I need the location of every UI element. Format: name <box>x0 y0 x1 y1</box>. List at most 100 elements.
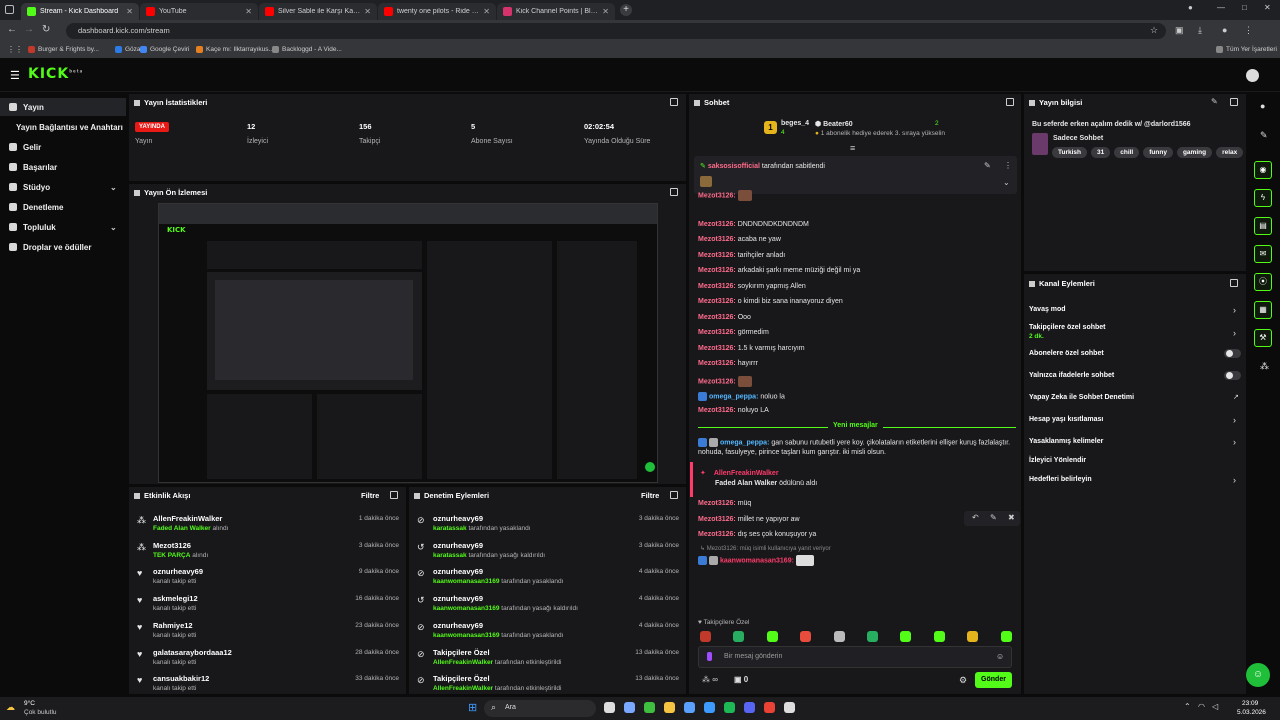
clock-time[interactable]: 23:09 <box>1242 700 1258 707</box>
browser-tab[interactable]: Stream - Kick Dashboard ✕ <box>21 3 139 20</box>
apps-grid-icon[interactable]: ⋮⋮ <box>7 45 23 54</box>
chat-username[interactable]: kaanwomanasan3169: <box>720 557 794 564</box>
photos-icon[interactable] <box>684 702 695 713</box>
chat-username[interactable]: Mezot3126: <box>698 531 736 538</box>
channel-action[interactable]: Yalnızca ifadelerle sohbet <box>1029 372 1114 379</box>
chat-message[interactable]: Mezot3126: millet ne yapıyor aw <box>698 516 800 523</box>
stream-preview-video[interactable]: KICK <box>158 203 658 483</box>
explorer-icon[interactable] <box>664 702 675 713</box>
extensions-icon[interactable]: ▣ <box>1175 25 1184 36</box>
bookmark-item[interactable]: Google Çeviri <box>140 46 189 53</box>
browser-tab[interactable]: twenty one pilots - Ride (Officia...✕ <box>378 3 496 20</box>
pin-icon[interactable]: ✎ <box>990 513 997 522</box>
feed-row[interactable]: ♥ oznurheavy69 kanalı takip etti 9 dakika ö… <box>137 567 399 591</box>
tag-chip[interactable]: Turkish <box>1052 147 1087 158</box>
chat-message[interactable]: Mezot3126: soykırım yapmış Allen <box>698 283 806 290</box>
category-name[interactable]: Sadece Sohbet <box>1053 135 1103 142</box>
channel-action[interactable]: Yasaklanmış kelimeler <box>1029 438 1103 445</box>
send-button[interactable]: Gönder <box>975 672 1012 688</box>
category-thumbnail[interactable] <box>1032 133 1048 155</box>
channel-action[interactable]: Hesap yaşı kısıtlaması <box>1029 416 1103 423</box>
volume-icon[interactable]: ◁ <box>1212 702 1218 711</box>
chat-input[interactable]: Bir mesaj gönderin ☺ <box>698 646 1012 668</box>
chat-settings-icon[interactable]: ⚙ <box>959 675 967 686</box>
windows-start-icon[interactable]: ⊞ <box>468 701 477 714</box>
help-chat-button[interactable]: ☺ <box>1246 663 1270 687</box>
all-bookmarks[interactable]: Tüm Yer İşaretleri <box>1216 46 1277 53</box>
close-tab-icon[interactable]: ✕ <box>602 7 609 16</box>
delete-icon[interactable]: ✖ <box>1008 513 1015 522</box>
tag-chip[interactable]: gaming <box>1176 147 1213 158</box>
close-tab-icon[interactable]: ✕ <box>483 7 490 16</box>
chat-username[interactable]: Mezot3126: <box>698 360 736 367</box>
chat-message[interactable]: omega_peppa: noluo la <box>698 392 785 401</box>
menu-dots-icon[interactable]: ⋮ <box>1244 25 1253 36</box>
bookmark-item[interactable]: Kaçe mı: Ilktarrayıkus... <box>196 46 274 53</box>
feed-row[interactable]: ↺ oznurheavy69 kaanwomanasan3169 tarafında… <box>417 594 679 618</box>
gift-counter[interactable]: ▣ 0 <box>734 675 748 684</box>
wifi-icon[interactable]: ◠ <box>1198 702 1205 711</box>
chat-message[interactable]: Mezot3126: hayırrr <box>698 360 758 367</box>
channel-action[interactable]: Hedefleri belirleyin <box>1029 476 1092 483</box>
feed-row[interactable]: ⁂ AllenFreakinWalker Faded Alan Walker alı… <box>137 514 399 538</box>
edit-icon[interactable]: ✎ <box>1211 97 1218 106</box>
chrome-icon[interactable] <box>764 702 775 713</box>
chat-message[interactable]: kaanwomanasan3169: <box>698 555 814 566</box>
channel-action[interactable]: Abonelere özel sohbet <box>1029 350 1104 357</box>
taskbar-search[interactable]: ⌕ Ara <box>484 700 596 717</box>
tag-chip[interactable]: 31 <box>1091 147 1111 158</box>
browser-tab[interactable]: Kick Channel Points | Blerp ✕ <box>497 3 615 20</box>
profile-icon[interactable]: ● <box>1188 3 1193 12</box>
chat-message[interactable]: Mezot3126: tarihçiler anladı <box>698 252 785 259</box>
minimize-icon[interactable]: — <box>1217 3 1225 12</box>
chat-message[interactable]: Mezot3126: arkadaki şarkı meme müziği de… <box>698 267 860 274</box>
points-icon[interactable]: ⁂ ∞ <box>702 675 718 684</box>
rail-button-chat[interactable]: ✉ <box>1254 245 1272 263</box>
discord-icon[interactable] <box>744 702 755 713</box>
pinned-more-icon[interactable]: ⋮ <box>1004 161 1012 170</box>
weather-temp[interactable]: 9°C <box>24 700 35 707</box>
chat-username[interactable]: omega_peppa: <box>709 393 758 400</box>
bookmark-item[interactable]: Gözat <box>115 46 142 53</box>
hamburger-menu-icon[interactable]: ☰ <box>10 69 20 82</box>
rail-button-wrench[interactable]: ⚒ <box>1254 329 1272 347</box>
tray-chevron-icon[interactable]: ⌃ <box>1184 702 1191 711</box>
chat-username[interactable]: Mezot3126: <box>698 192 736 199</box>
chat-username[interactable]: Mezot3126: <box>698 267 736 274</box>
close-tab-icon[interactable]: ✕ <box>364 7 371 16</box>
chat-username[interactable]: Mezot3126: <box>698 314 736 321</box>
rail-button-lightning[interactable]: ϟ <box>1254 189 1272 207</box>
reload-icon[interactable]: ↻ <box>42 24 50 35</box>
channel-action[interactable]: Yapay Zeka ile Sohbet Denetimi <box>1029 394 1134 401</box>
close-window-icon[interactable]: ✕ <box>1264 3 1271 12</box>
activity-filter-button[interactable]: Filtre <box>361 491 379 500</box>
pinned-message[interactable]: ✎ saksosisofficial tarafından sabitlendi… <box>694 156 1017 194</box>
feed-row[interactable]: ↺ oznurheavy69 karatassak tarafından yasağ… <box>417 541 679 565</box>
weather-text[interactable]: Çok bulutlu <box>24 709 57 716</box>
forward-icon[interactable]: → <box>24 24 34 35</box>
sidebar-item[interactable]: Gelir <box>0 138 126 156</box>
store-icon[interactable] <box>704 702 715 713</box>
mic-icon[interactable] <box>707 652 712 661</box>
feed-row[interactable]: ⊘ oznurheavy69 kaanwomanasan3169 tarafında… <box>417 621 679 645</box>
bookmark-item[interactable]: Burger & Frights by... <box>28 46 99 53</box>
channel-action[interactable]: Yavaş mod <box>1029 306 1066 313</box>
chat-message[interactable]: Mezot3126: noluyo LA <box>698 407 769 414</box>
chevron-down-icon[interactable]: ⌄ <box>1003 178 1010 187</box>
toggle-switch[interactable] <box>1224 371 1241 380</box>
sidebar-item[interactable]: Topluluk ⌄ <box>0 218 126 236</box>
emote-shortcut[interactable] <box>1000 631 1012 642</box>
chat-username[interactable]: Mezot3126: <box>698 407 736 414</box>
channel-action[interactable]: Takipçilere özel sohbet <box>1029 324 1106 331</box>
sidebar-item[interactable]: Droplar ve ödüller <box>0 238 126 256</box>
copilot-icon[interactable] <box>624 702 635 713</box>
chat-username[interactable]: Mezot3126: <box>698 516 736 523</box>
popout-icon[interactable] <box>1230 98 1238 106</box>
feed-row[interactable]: ♥ cansuakbakir12 kanalı takip etti 33 dakik… <box>137 674 399 698</box>
chevron-right-icon[interactable]: › <box>1233 437 1236 447</box>
feed-row[interactable]: ♥ Rahmiye12 kanalı takip etti 23 dakika önc… <box>137 621 399 645</box>
chat-message[interactable]: Mezot3126: 1.5 k varmış harcıyım <box>698 345 805 352</box>
emote-shortcut[interactable] <box>733 631 745 642</box>
emote-shortcut[interactable] <box>766 631 778 642</box>
sidebar-item[interactable]: Stüdyo ⌄ <box>0 178 126 196</box>
